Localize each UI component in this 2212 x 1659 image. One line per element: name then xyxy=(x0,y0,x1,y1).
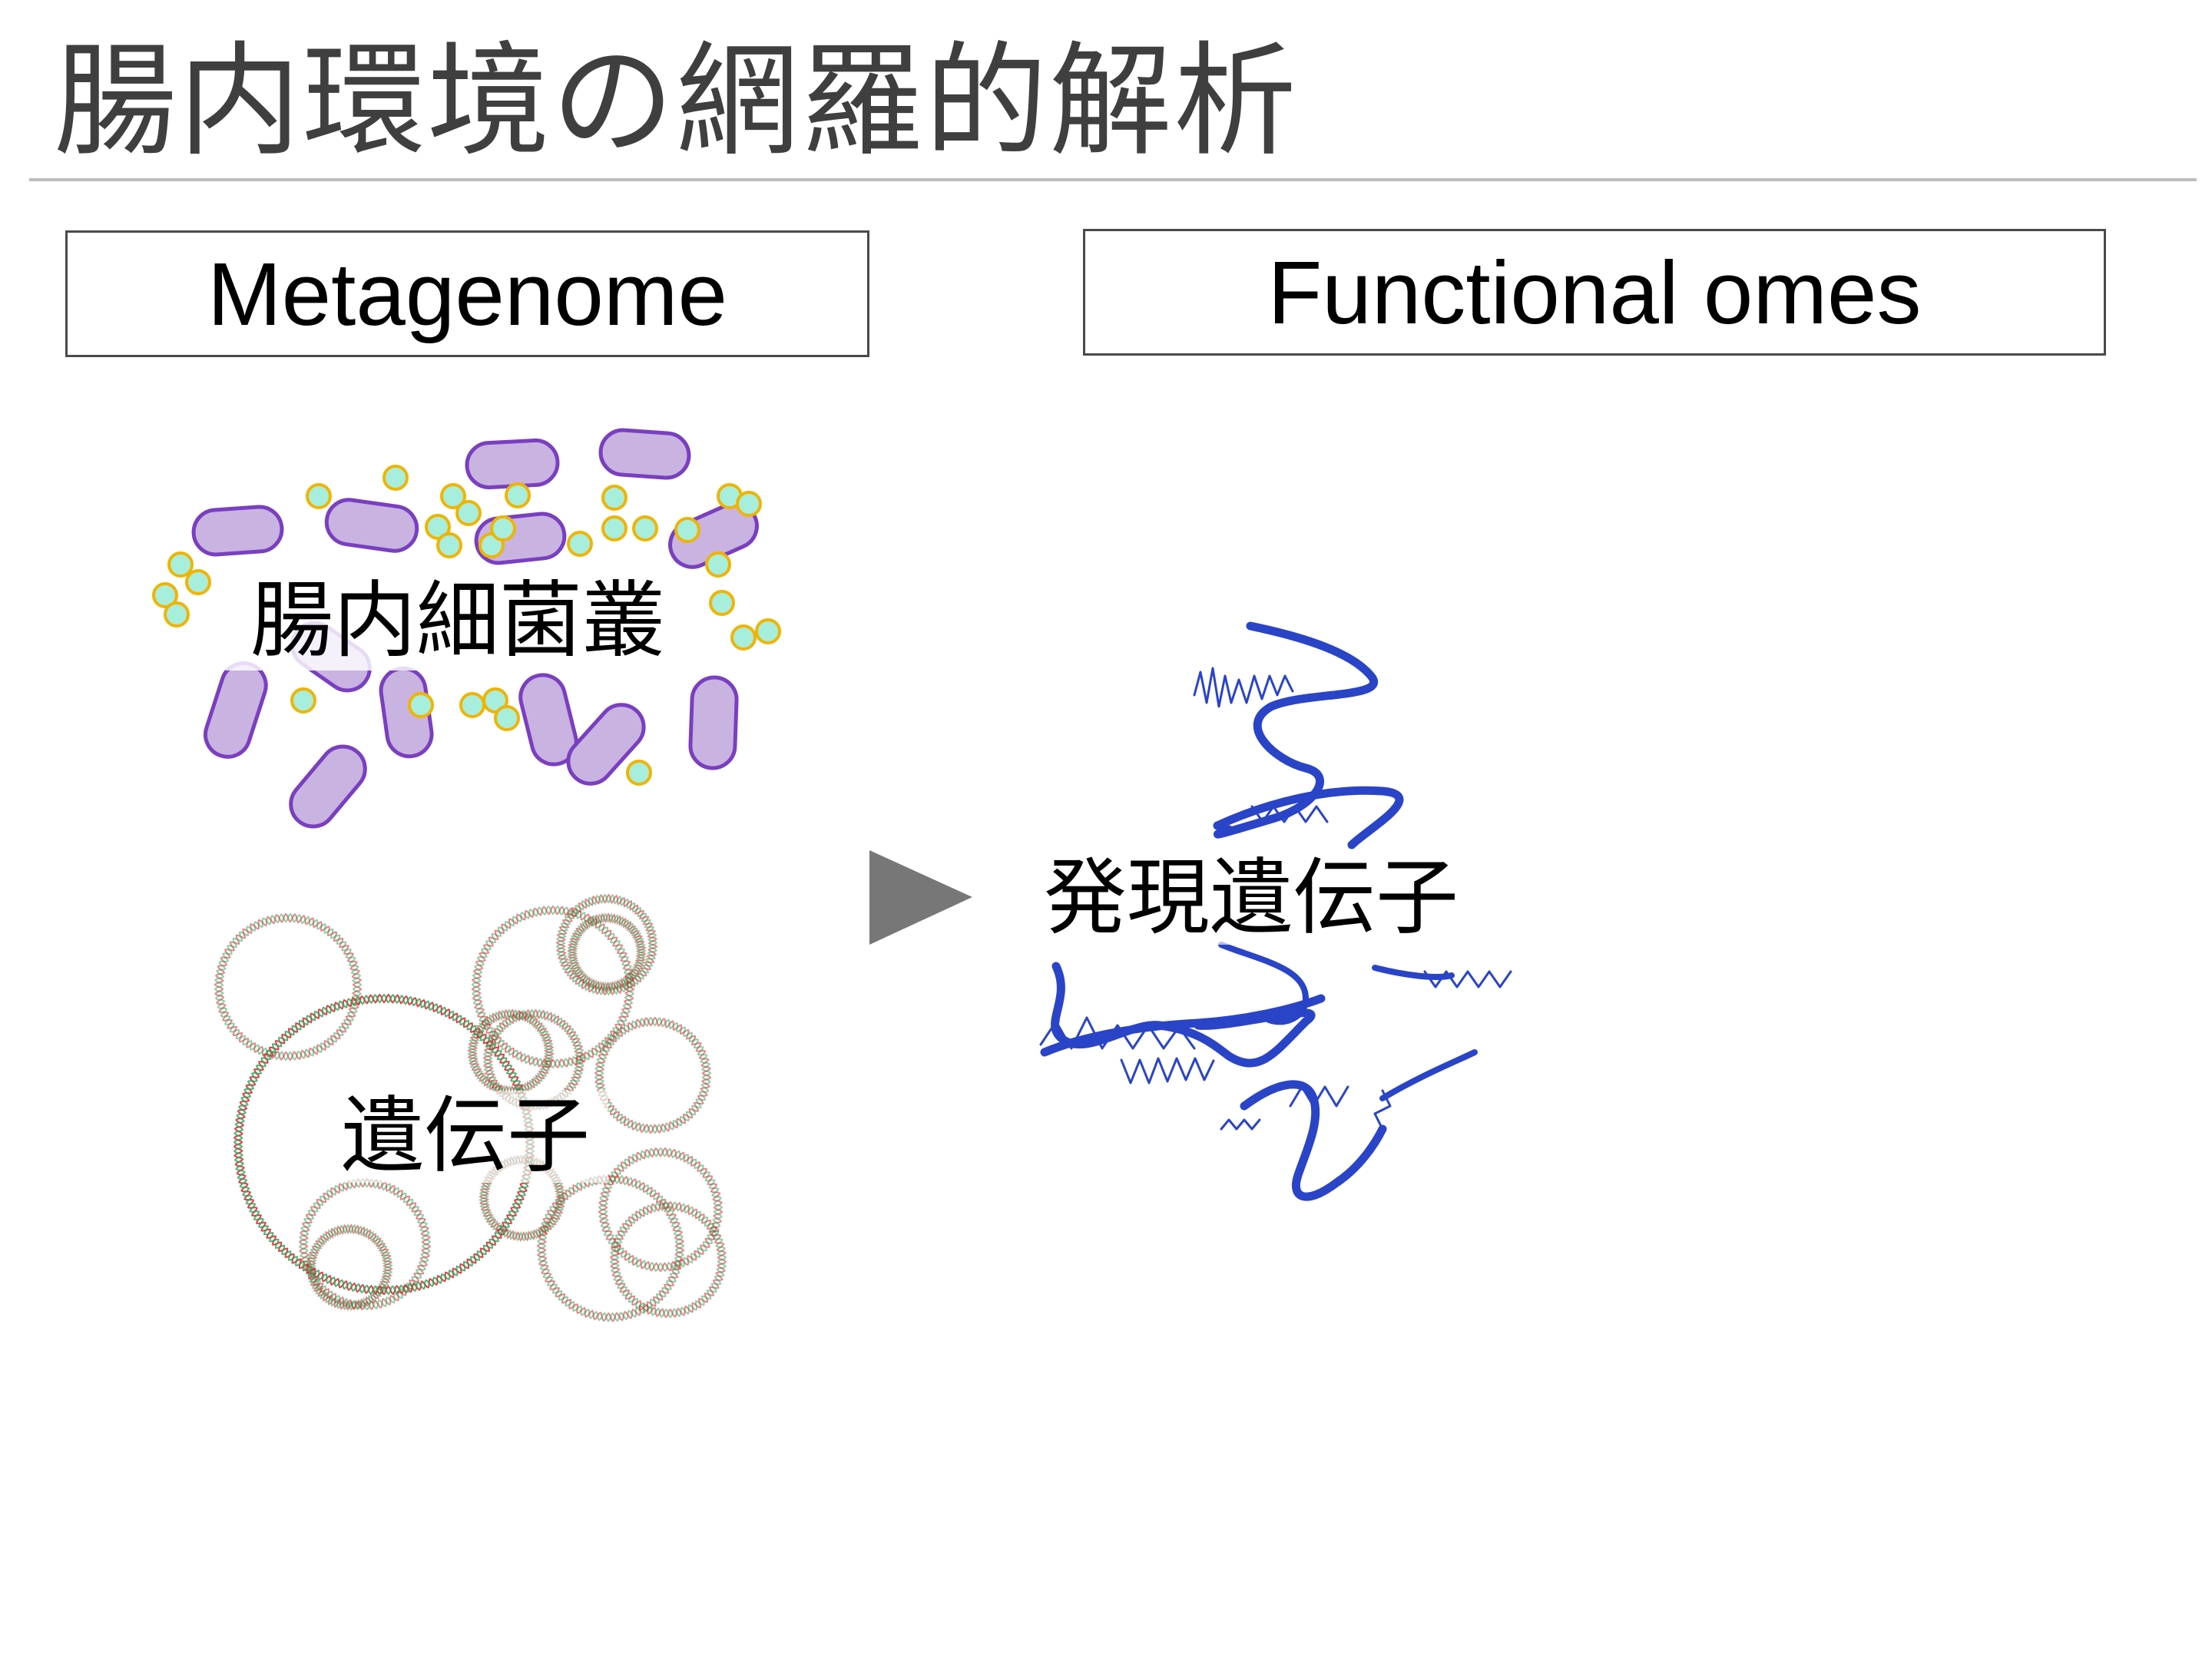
rod-bacterium xyxy=(688,675,739,770)
coccus-cell xyxy=(674,517,700,543)
coccus-cell xyxy=(459,692,485,718)
rna-strand xyxy=(1379,1049,1478,1101)
coccus-cell xyxy=(164,601,190,628)
coccus-cell xyxy=(709,590,735,616)
rna-strand-thin xyxy=(1220,1118,1261,1131)
coccus-cell xyxy=(632,515,658,541)
coccus-cell xyxy=(601,515,628,541)
coccus-cell xyxy=(736,491,762,517)
rod-bacterium xyxy=(203,661,268,759)
coccus-cell xyxy=(626,760,652,786)
coccus-cell xyxy=(567,531,593,557)
coccus-cell xyxy=(730,624,757,651)
rod-bacterium xyxy=(465,438,560,490)
coccus-cell xyxy=(755,618,781,644)
rod-bacterium xyxy=(598,428,691,480)
rna-strand-thin xyxy=(1120,1057,1215,1084)
coccus-cell xyxy=(185,569,211,595)
coccus-cell xyxy=(382,465,409,491)
coccus-cell xyxy=(505,482,531,508)
rna-strand xyxy=(1372,965,1455,980)
coccus-cell xyxy=(705,551,731,578)
rna-strand-thin xyxy=(1289,1085,1349,1108)
rod-bacterium xyxy=(324,498,419,553)
rod-bacterium xyxy=(191,505,284,557)
right-triangle-arrow-icon xyxy=(869,850,972,945)
genes-label: 遺伝子 xyxy=(323,1091,609,1183)
coccus-cell xyxy=(601,485,628,511)
rna-strand xyxy=(1240,1080,1387,1201)
diagram-canvas xyxy=(152,428,1512,1323)
dna-ring xyxy=(306,1224,393,1311)
coccus-cell xyxy=(494,705,520,731)
expressed-genes-label: 発現遺伝子 xyxy=(1025,853,1478,945)
gut-bacteria-label: 腸内細菌叢 xyxy=(223,572,694,671)
rod-bacterium xyxy=(289,744,367,829)
coccus-cell xyxy=(490,515,516,541)
coccus-cell xyxy=(455,500,482,526)
dna-ring xyxy=(306,1224,393,1311)
coccus-cell xyxy=(306,483,332,509)
coccus-cell xyxy=(436,532,462,558)
coccus-cell xyxy=(290,687,316,714)
coccus-cell xyxy=(167,551,194,578)
coccus-cell xyxy=(408,692,434,718)
